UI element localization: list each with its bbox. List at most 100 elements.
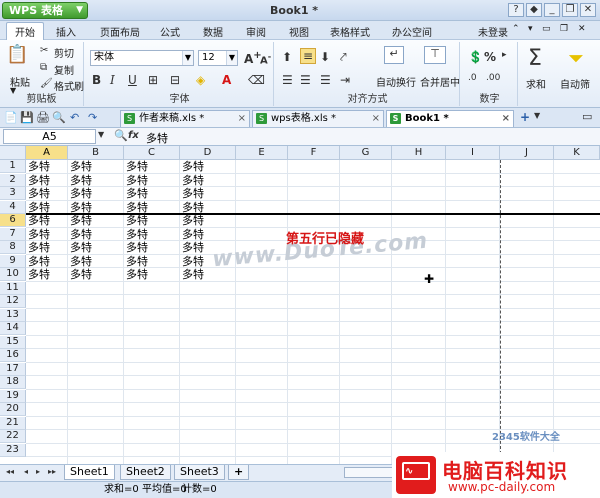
- column-header[interactable]: J: [500, 146, 554, 160]
- help-icon[interactable]: ?: [508, 3, 524, 17]
- close-button[interactable]: ✕: [580, 3, 596, 17]
- cell[interactable]: 多特: [26, 241, 50, 254]
- tab-page-layout[interactable]: 页面布局: [100, 24, 140, 39]
- column-header[interactable]: I: [446, 146, 500, 160]
- row-header[interactable]: 10: [0, 268, 26, 281]
- tab-home[interactable]: 开始: [6, 22, 44, 40]
- print-icon[interactable]: 🖨: [36, 111, 50, 124]
- copy-button[interactable]: 复制: [54, 62, 74, 77]
- shrink-font-icon[interactable]: A-: [260, 51, 271, 66]
- row-header[interactable]: 23: [0, 443, 26, 457]
- select-all-corner[interactable]: [0, 146, 26, 160]
- redo-icon[interactable]: ↷: [88, 111, 97, 124]
- orientation-icon[interactable]: ⤤: [340, 50, 347, 65]
- merge-cells-icon[interactable]: ⊟: [170, 73, 180, 87]
- merge-center-button[interactable]: 合并居中: [420, 74, 460, 89]
- chevron-down-icon[interactable]: ▾: [528, 24, 533, 34]
- cell[interactable]: 多特: [68, 160, 92, 173]
- cell[interactable]: 多特: [180, 228, 204, 241]
- indent-icon[interactable]: ⇥: [340, 73, 350, 87]
- cell[interactable]: 多特: [180, 255, 204, 268]
- row-header[interactable]: 20: [0, 403, 26, 416]
- align-right-icon[interactable]: ☰: [320, 73, 331, 87]
- close-icon[interactable]: ×: [502, 111, 510, 126]
- row-header[interactable]: 9: [0, 254, 26, 268]
- cell[interactable]: 多特: [124, 214, 148, 227]
- close-icon[interactable]: ×: [372, 111, 380, 126]
- tab-formula[interactable]: 公式: [160, 24, 180, 39]
- zoom-icon[interactable]: 🔍: [114, 129, 128, 142]
- save-icon[interactable]: 💾: [20, 111, 34, 124]
- filter-button[interactable]: 自动筛: [560, 76, 590, 91]
- close-doc-icon[interactable]: ✕: [578, 24, 586, 34]
- cell[interactable]: 多特: [68, 268, 92, 281]
- next-sheet-icon[interactable]: ▸: [36, 467, 40, 476]
- minimize-button[interactable]: _: [544, 3, 560, 17]
- cell[interactable]: 多特: [68, 255, 92, 268]
- tab-review[interactable]: 审阅: [246, 24, 266, 39]
- align-top-icon[interactable]: ⬆: [282, 50, 292, 64]
- cell[interactable]: 多特: [124, 228, 148, 241]
- border-icon[interactable]: ⊞: [148, 73, 158, 87]
- row-header[interactable]: 11: [0, 281, 26, 295]
- cell[interactable]: 多特: [68, 228, 92, 241]
- cell[interactable]: 多特: [180, 187, 204, 200]
- cell[interactable]: 多特: [180, 201, 204, 214]
- font-color-icon[interactable]: A: [222, 73, 231, 87]
- paste-icon[interactable]: 📋: [6, 44, 28, 70]
- row-header[interactable]: 13: [0, 308, 26, 322]
- cell[interactable]: 多特: [124, 268, 148, 281]
- cell[interactable]: 多特: [68, 214, 92, 227]
- new-icon[interactable]: 📄: [4, 111, 18, 124]
- chevron-down-icon[interactable]: ▼: [98, 130, 104, 139]
- chevron-down-icon[interactable]: ▼: [534, 111, 540, 120]
- row-header[interactable]: 14: [0, 322, 26, 335]
- sum-button[interactable]: 求和: [526, 76, 546, 91]
- comma-icon[interactable]: ▸: [502, 50, 507, 60]
- sheet-tab-3[interactable]: Sheet3: [174, 465, 225, 480]
- column-header[interactable]: G: [340, 146, 392, 160]
- sheet-tab-1[interactable]: Sheet1: [64, 465, 115, 480]
- currency-icon[interactable]: 💲: [468, 50, 483, 64]
- row-header[interactable]: 16: [0, 349, 26, 362]
- cell[interactable]: 多特: [124, 201, 148, 214]
- row-header[interactable]: 6: [0, 214, 26, 227]
- cell[interactable]: 多特: [26, 160, 50, 173]
- align-center-icon[interactable]: ☰: [300, 73, 311, 87]
- cell[interactable]: 多特: [68, 174, 92, 187]
- column-header[interactable]: B: [68, 146, 124, 160]
- skin-icon[interactable]: ◆: [526, 3, 542, 17]
- tab-table-style[interactable]: 表格样式: [330, 24, 370, 39]
- row-header[interactable]: 7: [0, 227, 26, 241]
- undo-icon[interactable]: ↶: [70, 111, 79, 124]
- cell[interactable]: 多特: [180, 160, 204, 173]
- column-header[interactable]: H: [392, 146, 446, 160]
- last-sheet-icon[interactable]: ▸▸: [48, 467, 56, 476]
- cell[interactable]: 多特: [26, 187, 50, 200]
- cell[interactable]: 多特: [180, 268, 204, 281]
- cell[interactable]: 多特: [26, 214, 50, 227]
- bold-button[interactable]: B: [92, 73, 101, 87]
- close-icon[interactable]: ×: [238, 111, 246, 126]
- align-bottom-icon[interactable]: ⬇: [320, 50, 330, 64]
- cell[interactable]: 多特: [26, 174, 50, 187]
- column-header[interactable]: A: [26, 146, 68, 160]
- decrease-decimal-icon[interactable]: .00: [486, 73, 500, 83]
- row-header[interactable]: 19: [0, 389, 26, 403]
- wrap-text-button[interactable]: 自动换行: [376, 74, 416, 89]
- first-sheet-icon[interactable]: ◂◂: [6, 467, 14, 476]
- name-box[interactable]: A5: [3, 129, 96, 144]
- increase-decimal-icon[interactable]: .0: [468, 73, 477, 83]
- clear-format-icon[interactable]: ⌫: [248, 73, 265, 87]
- document-tab-active[interactable]: S Book1 * ×: [386, 110, 514, 127]
- row-header[interactable]: 15: [0, 335, 26, 349]
- column-header[interactable]: K: [554, 146, 600, 160]
- prev-sheet-icon[interactable]: ◂: [24, 467, 28, 476]
- column-header[interactable]: D: [180, 146, 236, 160]
- cut-button[interactable]: 剪切: [54, 45, 74, 60]
- login-link[interactable]: 未登录: [478, 24, 508, 39]
- row-header[interactable]: 12: [0, 295, 26, 308]
- new-tab-icon[interactable]: +: [520, 110, 530, 124]
- row-header[interactable]: 8: [0, 241, 26, 254]
- cell[interactable]: 多特: [68, 187, 92, 200]
